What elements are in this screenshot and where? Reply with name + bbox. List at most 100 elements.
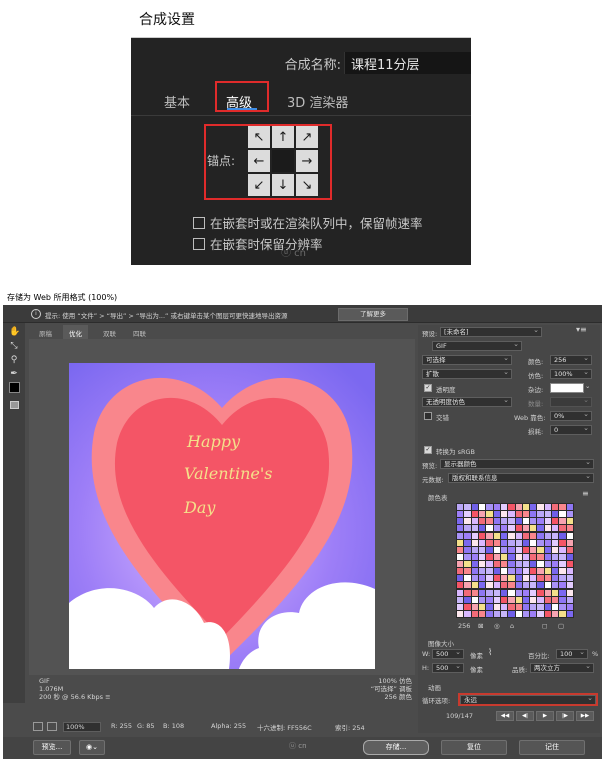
color-swatch[interactable] <box>500 539 508 546</box>
color-swatch[interactable] <box>566 553 573 560</box>
color-swatch[interactable] <box>486 518 493 525</box>
color-swatch[interactable] <box>464 553 471 560</box>
color-swatch[interactable] <box>464 610 471 617</box>
color-swatch[interactable] <box>478 568 486 575</box>
map-color-icon[interactable]: ⊠ <box>478 622 483 630</box>
color-swatch[interactable] <box>457 596 464 603</box>
color-swatch[interactable] <box>486 539 493 546</box>
color-swatch[interactable] <box>508 596 515 603</box>
color-swatch[interactable] <box>552 539 559 546</box>
color-swatch[interactable] <box>464 575 471 582</box>
color-swatch[interactable] <box>566 589 573 596</box>
color-swatch[interactable] <box>522 561 530 567</box>
color-swatch[interactable] <box>552 568 559 575</box>
color-swatch[interactable] <box>457 504 464 510</box>
color-swatch[interactable] <box>522 511 530 518</box>
color-swatch[interactable] <box>559 575 566 582</box>
color-swatch[interactable] <box>515 568 522 575</box>
color-swatch[interactable] <box>508 610 515 617</box>
color-swatch[interactable] <box>508 589 515 596</box>
color-swatch[interactable] <box>559 518 566 525</box>
color-swatch[interactable] <box>457 561 464 567</box>
color-swatch[interactable] <box>457 532 464 539</box>
color-swatch[interactable] <box>530 504 537 510</box>
color-swatch[interactable] <box>493 553 500 560</box>
color-swatch[interactable] <box>493 603 500 610</box>
color-swatch[interactable] <box>515 532 522 539</box>
color-swatch[interactable] <box>486 553 493 560</box>
color-swatch[interactable] <box>493 568 500 575</box>
color-swatch[interactable] <box>508 568 515 575</box>
color-swatch[interactable] <box>544 596 552 603</box>
color-swatch[interactable] <box>471 568 478 575</box>
zoom-out-button[interactable] <box>33 722 43 731</box>
color-swatch[interactable] <box>530 575 537 582</box>
color-swatch[interactable] <box>471 589 478 596</box>
color-swatch[interactable] <box>544 504 552 510</box>
color-swatch[interactable] <box>552 504 559 510</box>
color-swatch[interactable] <box>478 610 486 617</box>
reset-button[interactable]: 复位 <box>441 740 507 755</box>
checkbox[interactable] <box>193 216 205 229</box>
color-swatch[interactable] <box>544 582 552 589</box>
transparency-checkbox[interactable]: ✓ <box>424 384 432 392</box>
color-swatch[interactable] <box>493 582 500 589</box>
color-swatch[interactable] <box>537 546 544 553</box>
composition-name-input[interactable]: 课程11分层 <box>344 52 471 74</box>
color-swatch[interactable] <box>486 582 493 589</box>
color-swatch[interactable] <box>559 596 566 603</box>
color-swatch[interactable] <box>522 553 530 560</box>
color-swatch[interactable] <box>508 532 515 539</box>
remember-button[interactable]: 记住 <box>519 740 585 755</box>
color-swatch[interactable] <box>471 553 478 560</box>
slice-select-tool-icon[interactable]: ⤡ <box>9 341 19 351</box>
color-swatch[interactable] <box>493 610 500 617</box>
color-swatch[interactable] <box>515 561 522 567</box>
link-icon[interactable]: ⌇ <box>488 648 492 658</box>
tab-4-up[interactable]: 四联 <box>127 325 152 339</box>
color-swatch[interactable] <box>486 511 493 518</box>
color-swatch[interactable] <box>544 603 552 610</box>
color-swatch[interactable] <box>522 518 530 525</box>
color-swatch[interactable] <box>464 561 471 567</box>
color-swatch[interactable] <box>500 525 508 532</box>
color-swatch[interactable] <box>515 582 522 589</box>
color-swatch[interactable] <box>530 582 537 589</box>
color-swatch[interactable] <box>493 532 500 539</box>
delete-color-icon[interactable]: ▢ <box>558 622 564 630</box>
color-swatch[interactable] <box>508 525 515 532</box>
color-swatch[interactable] <box>566 603 573 610</box>
color-swatch[interactable] <box>478 525 486 532</box>
color-swatch[interactable] <box>478 582 486 589</box>
color-swatch[interactable] <box>522 532 530 539</box>
color-swatch[interactable] <box>464 539 471 546</box>
color-swatch[interactable] <box>559 568 566 575</box>
color-swatch[interactable] <box>493 511 500 518</box>
preserve-frame-rate-option[interactable]: 在嵌套时或在渲染队列中，保留帧速率 <box>193 213 423 232</box>
color-swatch[interactable] <box>478 546 486 553</box>
color-swatch[interactable] <box>530 589 537 596</box>
color-swatch[interactable] <box>493 596 500 603</box>
color-swatch[interactable] <box>537 582 544 589</box>
color-swatch[interactable] <box>486 603 493 610</box>
color-swatch[interactable] <box>544 539 552 546</box>
color-swatch[interactable] <box>566 504 573 510</box>
color-swatch[interactable] <box>515 603 522 610</box>
color-swatch[interactable] <box>464 525 471 532</box>
color-swatch[interactable] <box>508 603 515 610</box>
color-swatch[interactable] <box>493 589 500 596</box>
zoom-level-select[interactable]: 100% <box>63 722 101 732</box>
color-swatch[interactable] <box>522 575 530 582</box>
color-swatch[interactable] <box>478 511 486 518</box>
tab-3d-renderer[interactable]: 3D 渲染器 <box>287 92 348 111</box>
amount-select[interactable] <box>550 397 592 407</box>
tab-original[interactable]: 原稿 <box>33 325 58 339</box>
color-swatch[interactable] <box>544 532 552 539</box>
color-swatch[interactable] <box>493 504 500 510</box>
zoom-tool-icon[interactable]: ⚲ <box>9 355 19 365</box>
color-swatch[interactable] <box>464 532 471 539</box>
lossy-select[interactable]: 0 <box>550 425 592 435</box>
color-swatch[interactable] <box>530 525 537 532</box>
color-swatch[interactable] <box>552 532 559 539</box>
color-reduction-select[interactable]: 可选择 <box>422 355 512 365</box>
